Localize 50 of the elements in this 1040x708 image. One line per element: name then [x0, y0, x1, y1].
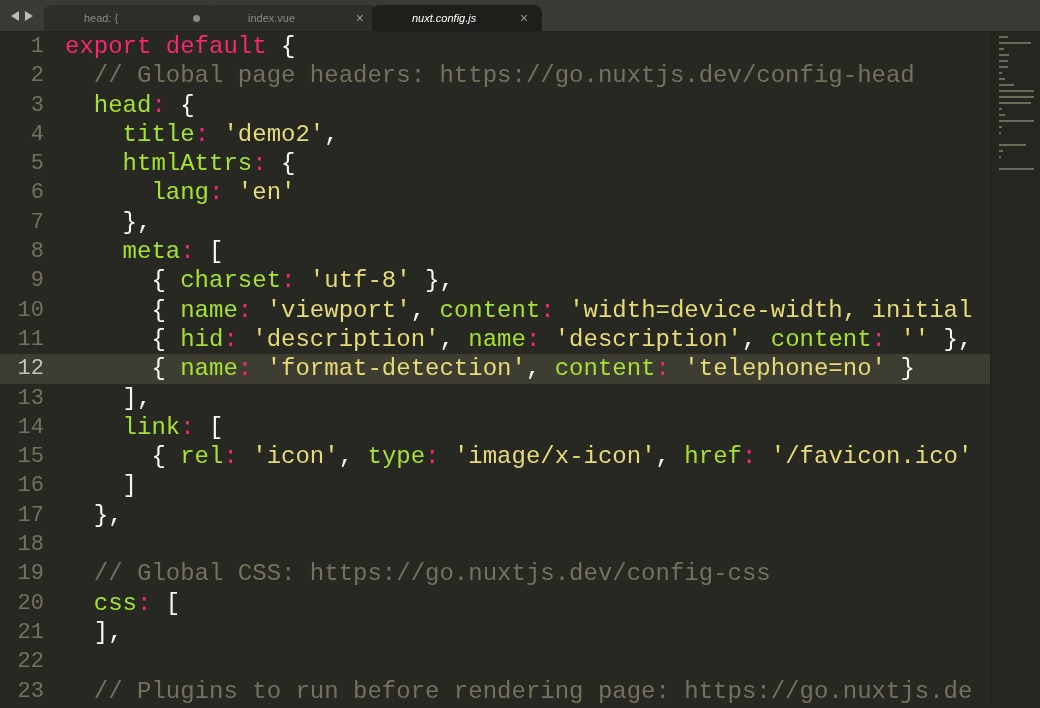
forward-arrow-icon[interactable] — [24, 10, 33, 21]
line-number: 17 — [16, 501, 44, 530]
code-line: { rel: 'icon', type: 'image/x-icon', href: '/favicon.ico' — [150, 442, 973, 472]
code-comment: // Plugins to run before rendering page: https://go.nuxtjs.de — [92, 676, 973, 706]
code-line: export default { — [65, 32, 296, 62]
code-line: htmlAttrs: { — [121, 149, 296, 179]
line-number: 1 — [29, 33, 44, 61]
line-number: 13 — [16, 384, 44, 413]
line-number: 4 — [29, 120, 44, 149]
code-line: { name: 'viewport', content: 'width=device-width, initial — [150, 295, 973, 325]
code-line: }, — [121, 207, 152, 238]
line-number: 7 — [29, 208, 44, 237]
line-number: 20 — [16, 589, 44, 618]
code-line: ] — [121, 471, 137, 501]
code-line: lang: 'en' — [150, 178, 296, 208]
line-number: 16 — [16, 472, 44, 501]
code-comment: // Global page headers: https://go.nuxtjs.dev/config-head — [92, 61, 915, 91]
line-number: 10 — [16, 296, 44, 325]
code-line: link: [ — [121, 412, 224, 443]
line-number: 3 — [29, 91, 44, 120]
code-line: }, — [92, 500, 123, 531]
code-line: meta: [ — [121, 237, 224, 267]
back-arrow-icon[interactable] — [11, 10, 20, 21]
code-line: title: 'demo2', — [121, 119, 339, 150]
code-line: ], — [121, 383, 152, 413]
close-icon[interactable]: × — [355, 7, 364, 29]
line-number: 14 — [16, 413, 44, 442]
line-number: 23 — [16, 677, 44, 706]
code-line: head: { — [92, 90, 195, 120]
line-number: 5 — [29, 150, 44, 179]
line-number: 15 — [16, 443, 44, 472]
line-number: 11 — [16, 325, 44, 354]
line-number: 6 — [29, 179, 44, 208]
line-number: 21 — [16, 618, 44, 647]
code-line: { name: 'format-detection', content: 'telephone=no' } — [150, 354, 915, 384]
code-comment: // Global CSS: https://go.nuxtjs.dev/config-css — [92, 559, 771, 589]
line-number: 8 — [29, 238, 44, 267]
close-icon[interactable]: × — [519, 7, 528, 29]
unsaved-dot-icon — [193, 14, 200, 22]
code-line: { hid: 'description', name: 'description', content: '' }, — [150, 324, 973, 355]
line-number: 2 — [29, 62, 44, 91]
code-line: css: [ — [92, 588, 181, 618]
line-number: 18 — [16, 531, 44, 560]
file-tab[interactable]: nuxt.config.js × — [372, 5, 542, 31]
line-number: 12 — [16, 355, 44, 384]
line-number: 22 — [16, 648, 44, 677]
code-line: ], — [92, 617, 123, 648]
code-line: { charset: 'utf-8' }, — [150, 266, 454, 296]
line-number: 9 — [29, 267, 44, 296]
line-number: 19 — [16, 560, 44, 589]
